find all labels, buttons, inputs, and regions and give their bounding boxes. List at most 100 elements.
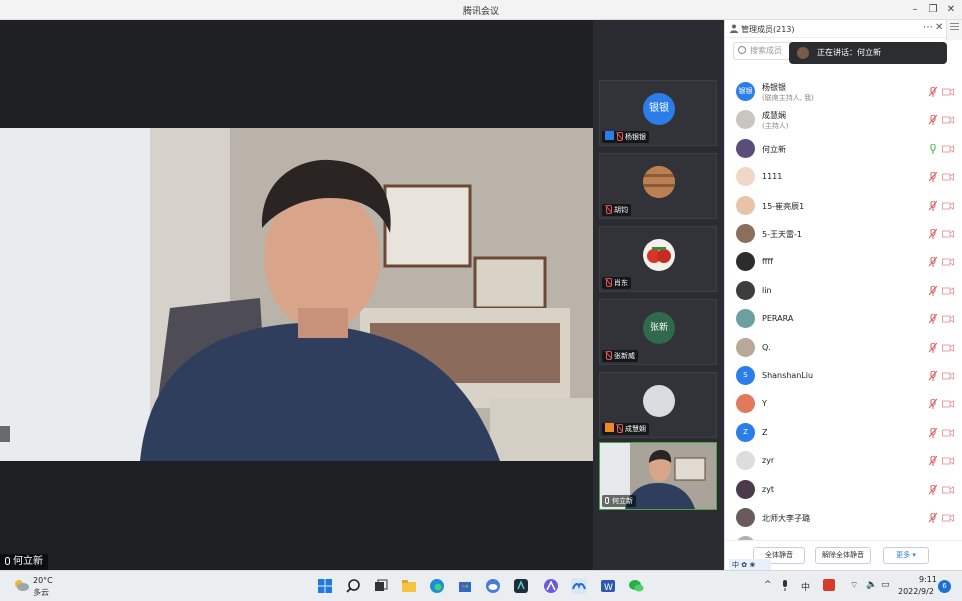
mic-muted-icon[interactable] [929,200,937,211]
clock-time[interactable]: 9:11 [919,575,937,584]
side-toggle-button[interactable] [946,20,962,40]
avatar [736,195,755,215]
avatar [736,280,755,300]
close-button[interactable]: ✕ [940,2,962,18]
more-button[interactable]: 更多 ▾ [883,547,929,564]
search-icon[interactable] [345,578,361,594]
word-icon[interactable]: W [600,578,616,594]
app-tray-icon[interactable] [823,579,835,591]
thumbnail-name: 张新威 [602,350,638,362]
mic-muted-icon[interactable] [929,513,937,523]
start-windows-icon[interactable] [317,578,333,594]
task-view-icon[interactable] [373,578,389,594]
camera-off-icon[interactable] [942,88,954,96]
thumbnail-name: 肖东 [602,277,631,289]
battery-icon[interactable]: ▭ [881,580,890,590]
member-row[interactable]: ZZ [725,419,962,447]
thumbnail-tile[interactable]: 张新 张新威 [599,299,717,365]
camera-off-icon[interactable] [942,400,954,409]
close-panel-icon[interactable]: ✕ [935,22,943,33]
mic-muted-icon[interactable] [929,257,937,268]
member-row[interactable]: 成慧娴 (主持人) [725,106,962,134]
member-name: ffff [762,257,774,267]
camera-off-icon[interactable] [942,116,954,125]
member-row[interactable]: Q. [725,334,962,362]
mic-muted-icon[interactable] [929,172,937,183]
member-role: (联席主持人, 我) [762,94,814,102]
mic-muted-icon[interactable] [929,229,937,239]
camera-off-icon[interactable] [942,457,954,466]
member-row[interactable]: lin [725,277,962,305]
host-badge-icon [605,131,614,140]
member-row[interactable]: 何立新 [725,135,962,163]
member-name: Q. [762,342,771,352]
member-row[interactable]: zyt [725,476,962,504]
edge-browser-icon[interactable] [429,578,445,594]
mic-muted-icon[interactable] [929,484,937,495]
member-row[interactable]: Y [725,390,962,418]
cloudy-weather-icon[interactable] [12,578,30,592]
member-row[interactable]: 15-崔亮辰1 [725,192,962,220]
member-row[interactable]: ffff [725,248,962,276]
camera-off-icon[interactable] [942,315,954,324]
volume-icon[interactable]: 🔈 [866,580,877,590]
show-hidden-icons-icon[interactable]: ^ [764,580,772,590]
mic-muted-icon[interactable] [929,87,937,97]
file-explorer-icon[interactable] [401,578,417,594]
thumbnail-tile[interactable]: 肖东 [599,226,717,292]
mic-muted-icon[interactable] [929,115,937,126]
member-row[interactable]: 银银 杨银银 (联席主持人, 我) [725,78,962,106]
member-row[interactable]: 5-王天雷-1 [725,220,962,248]
app-icon[interactable] [513,578,529,594]
participant-thumbnails[interactable]: 银银 杨银银 胡钧 肖东 张新 张新威 成慧娴 何立新 [593,20,724,570]
unmute-all-button[interactable]: 解除全体静音 [815,547,871,564]
thumbnail-tile[interactable]: 银银 杨银银 [599,80,717,146]
camera-off-icon[interactable] [942,258,954,267]
arc-app-icon[interactable] [543,578,559,594]
member-row[interactable]: PERARA [725,305,962,333]
mic-muted-icon[interactable] [929,427,937,438]
camera-off-icon[interactable] [942,144,954,153]
microphone-tray-icon[interactable] [781,580,789,592]
camera-off-icon[interactable] [942,428,954,437]
camera-off-icon[interactable] [942,485,954,494]
notification-badge[interactable]: 6 [938,580,951,593]
mic-muted-icon[interactable] [929,371,937,381]
ime-tray-label[interactable]: 中 [801,580,810,593]
more-options-icon[interactable]: ⋯ [923,22,933,33]
member-row[interactable]: zyr [725,447,962,475]
cloud-app-icon[interactable] [485,578,501,594]
mic-muted-icon[interactable] [929,285,937,296]
member-row[interactable]: 北师大李子璐 [725,504,962,532]
camera-off-icon[interactable] [942,286,954,295]
camera-off-icon[interactable] [942,514,954,522]
clock-date[interactable]: 2022/9/2 [898,587,934,596]
mic-muted-icon[interactable] [929,456,937,467]
mic-muted-icon[interactable] [929,314,937,325]
thumbnail-tile[interactable]: 胡钧 [599,153,717,219]
user-icon [730,24,738,33]
member-row[interactable]: 1111 [725,163,962,191]
wechat-icon[interactable] [628,578,644,594]
active-speaker-label: 何立新 [0,554,48,570]
member-row[interactable]: S ShanshanLiu [725,362,962,390]
speaking-toast: 正在讲话：何立新 [789,42,947,64]
tencent-meeting-icon[interactable] [571,578,587,594]
camera-off-icon[interactable] [942,230,954,238]
mic-on-icon[interactable] [929,143,937,154]
speaker-video-frame [0,128,593,461]
avatar [736,167,755,187]
mic-muted-icon[interactable] [929,342,937,353]
camera-off-icon[interactable] [942,343,954,352]
thumbnail-tile[interactable]: 成慧娴 [599,372,717,438]
avatar [736,252,755,272]
main-speaker-video[interactable] [0,128,593,461]
camera-off-icon[interactable] [942,173,954,182]
camera-off-icon[interactable] [942,372,954,380]
wifi-icon[interactable]: ⌔ [850,580,858,591]
avatar: Z [736,422,755,442]
store-icon[interactable] [457,578,473,594]
camera-off-icon[interactable] [942,201,954,210]
thumbnail-tile-active[interactable]: 何立新 [599,442,717,510]
mic-muted-icon[interactable] [929,399,937,410]
